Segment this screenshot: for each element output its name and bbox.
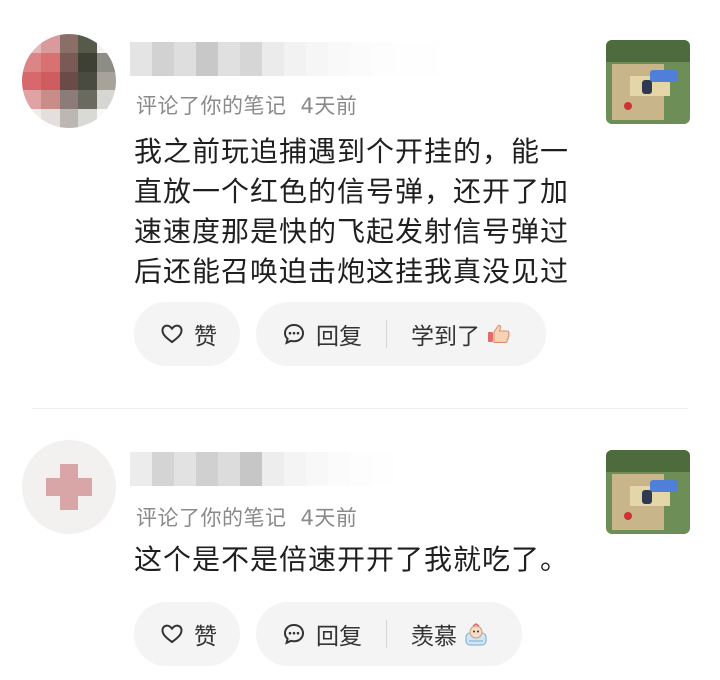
timestamp: 4天前 (300, 94, 358, 118)
meta-action: 评论了你的笔记 (136, 506, 287, 530)
comment-line: 我之前玩追捕遇到个开挂的，能一 (134, 135, 570, 168)
comment-line: 直放一个红色的信号弹，还开了加 (134, 175, 570, 208)
note-thumbnail[interactable] (606, 40, 690, 124)
meta-action: 评论了你的笔记 (136, 94, 287, 118)
reply-reaction-group: 回复 羡慕 (256, 602, 522, 666)
comment-text: 我之前玩追捕遇到个开挂的，能一 直放一个红色的信号弹，还开了加 速速度那是快的飞… (134, 132, 574, 292)
comment-divider (32, 408, 688, 409)
reply-bubble-icon[interactable] (282, 622, 306, 646)
heart-icon (160, 322, 184, 346)
comment-line: 速速度那是快的飞起发射信号弹过 (134, 215, 570, 248)
reply-button[interactable]: 回复 (316, 317, 362, 351)
note-thumbnail[interactable] (606, 450, 690, 534)
username[interactable] (130, 452, 394, 486)
comment-meta: 评论了你的笔记 4天前 (136, 502, 357, 532)
heart-icon (160, 622, 184, 646)
divider (386, 620, 387, 648)
comment-text: 这个是不是倍速开开了我就吃了。 (134, 540, 574, 580)
avatar[interactable] (22, 440, 116, 534)
comment-line: 后还能召唤迫击炮这挂我真没见过 (134, 255, 570, 288)
username[interactable] (130, 42, 438, 76)
like-label: 赞 (194, 324, 217, 350)
reaction-button[interactable]: 学到了 (411, 317, 480, 351)
like-button[interactable]: 赞 (134, 302, 240, 366)
reply-reaction-group: 回复 学到了 (256, 302, 546, 366)
comment-meta: 评论了你的笔记 4天前 (136, 90, 357, 120)
reply-bubble-icon[interactable] (282, 322, 306, 346)
reply-button[interactable]: 回复 (316, 617, 362, 651)
like-label: 赞 (194, 624, 217, 650)
timestamp: 4天前 (300, 506, 358, 530)
thumbs-up-hand-icon (486, 323, 512, 345)
divider (386, 320, 387, 348)
comment-line: 这个是不是倍速开开了我就吃了。 (134, 543, 570, 576)
avatar[interactable] (22, 34, 116, 128)
reaction-button[interactable]: 羡慕 (411, 617, 457, 651)
envy-face-icon (463, 623, 489, 646)
like-button[interactable]: 赞 (134, 602, 240, 666)
